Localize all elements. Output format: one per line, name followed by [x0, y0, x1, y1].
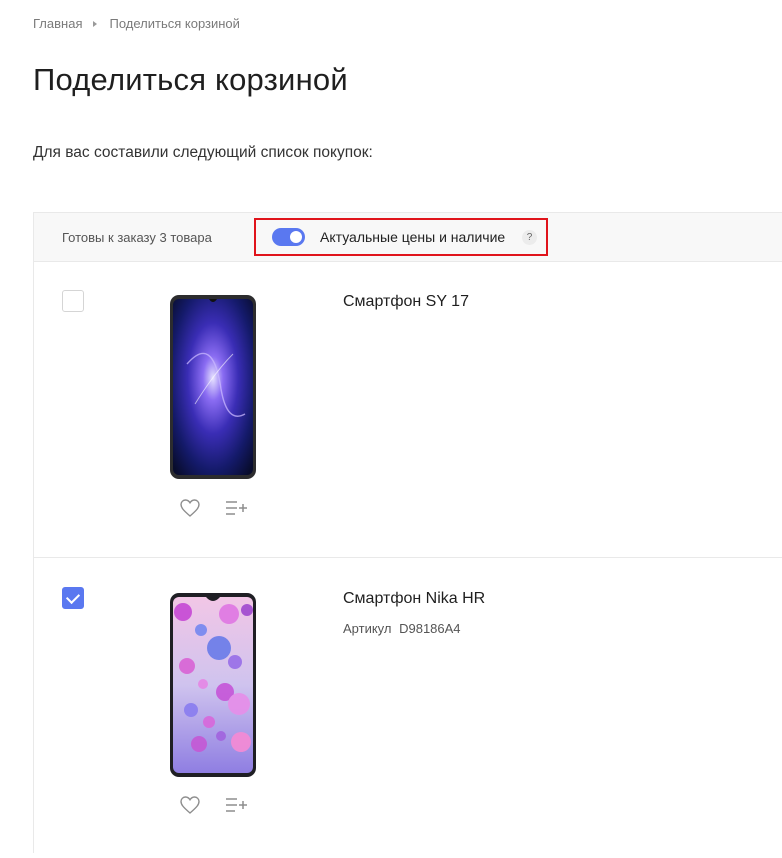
page-title: Поделиться корзиной [33, 62, 348, 97]
item-select-checkbox[interactable] [62, 587, 84, 609]
add-to-list-icon[interactable] [224, 795, 248, 815]
actual-prices-toggle[interactable] [272, 228, 305, 246]
product-image-phone[interactable] [169, 294, 257, 480]
cart-header: Готовы к заказу 3 товара Актуальные цены… [34, 213, 782, 262]
breadcrumb-current: Поделиться корзиной [109, 16, 240, 31]
product-name[interactable]: Смартфон SY 17 [343, 293, 469, 311]
heart-icon[interactable] [179, 795, 201, 815]
item-select-checkbox[interactable] [62, 290, 84, 312]
help-icon[interactable]: ? [522, 230, 537, 245]
article-value: D98186A4 [399, 621, 461, 636]
heart-icon[interactable] [179, 498, 201, 518]
cart-item: Смартфон SY 17 [34, 261, 782, 558]
triangle-right-icon [93, 20, 98, 27]
cart-panel: Готовы к заказу 3 товара Актуальные цены… [33, 212, 782, 853]
product-image-phone[interactable] [169, 592, 257, 778]
toggle-label: Актуальные цены и наличие [320, 229, 506, 245]
checkmark-icon [65, 589, 81, 605]
add-to-list-icon[interactable] [224, 498, 248, 518]
cart-item: Смартфон Nika HR Артикул D98186A4 [34, 558, 782, 858]
article-label: Артикул [343, 621, 392, 636]
breadcrumb: Главная Поделиться корзиной [33, 16, 240, 31]
ready-count-text: Готовы к заказу 3 товара [62, 230, 212, 245]
intro-text: Для вас составили следующий список покуп… [33, 144, 373, 161]
product-article: Артикул D98186A4 [343, 621, 461, 636]
toggle-knob [290, 231, 302, 243]
product-name[interactable]: Смартфон Nika HR [343, 590, 485, 608]
breadcrumb-home-link[interactable]: Главная [33, 16, 82, 31]
